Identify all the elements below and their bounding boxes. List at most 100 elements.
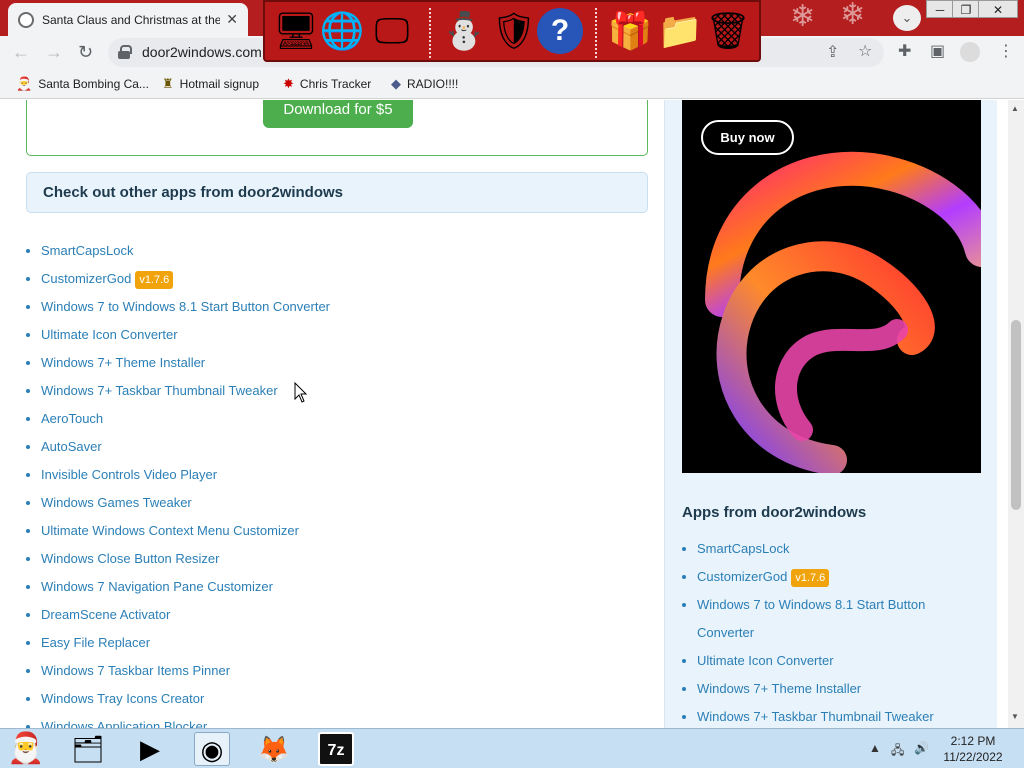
gift-icon[interactable]: 🎁 — [607, 8, 653, 54]
app-link[interactable]: CustomizerGod v1.7.6 — [26, 265, 330, 293]
app-link-label[interactable]: Easy File Replacer — [41, 635, 150, 650]
app-link-label[interactable]: Windows Tray Icons Creator — [41, 691, 204, 706]
folder-icon[interactable]: 📁 — [657, 8, 703, 54]
app-link-label[interactable]: Windows 7 to Windows 8.1 Start Button Co… — [41, 299, 330, 314]
app-link[interactable]: Windows Games Tweaker — [26, 489, 330, 517]
app-link[interactable]: SmartCapsLock — [26, 237, 330, 265]
app-link-label[interactable]: Windows Games Tweaker — [41, 495, 192, 510]
tab-search-icon[interactable]: ⌄ — [893, 5, 921, 31]
sidebar-app-link[interactable]: Windows 7 to Windows 8.1 Start Button Co… — [682, 591, 972, 647]
snowman-icon[interactable]: ⛄ — [441, 8, 487, 54]
app-link-label[interactable]: Windows 7 Navigation Pane Customizer — [41, 579, 273, 594]
close-window-button[interactable]: ✕ — [978, 0, 1018, 18]
file-manager-icon[interactable]: 🗂 — [70, 732, 106, 766]
monitor-icon[interactable]: 🖵 — [369, 8, 415, 54]
sidebar-app-link[interactable]: Ultimate Icon Converter — [682, 647, 972, 675]
maximize-button[interactable]: ❐ — [952, 0, 980, 18]
reload-icon[interactable]: ↻ — [78, 42, 93, 62]
firefox-icon[interactable]: 🦊 — [256, 732, 292, 766]
app-link-label[interactable]: Windows Close Button Resizer — [41, 551, 219, 566]
browser-tab[interactable]: Santa Claus and Christmas at the ✕ — [8, 3, 248, 36]
sidebar-app-link[interactable]: SmartCapsLock — [682, 535, 972, 563]
media-player-icon[interactable]: ▶ — [132, 732, 168, 766]
version-badge: v1.7.6 — [791, 569, 830, 587]
tab-close-icon[interactable]: ✕ — [226, 11, 238, 28]
profile-avatar[interactable] — [960, 42, 980, 62]
app-link[interactable]: Ultimate Windows Context Menu Customizer — [26, 517, 330, 545]
app-link[interactable]: Windows Application Blocker — [26, 713, 330, 728]
app-link-label[interactable]: Ultimate Icon Converter — [41, 327, 178, 342]
app-link-label[interactable]: CustomizerGod — [41, 271, 131, 286]
app-link-label[interactable]: Ultimate Windows Context Menu Customizer — [41, 523, 299, 538]
app-link[interactable]: Windows 7 Taskbar Items Pinner — [26, 657, 330, 685]
minimize-button[interactable]: ─ — [926, 0, 954, 18]
forward-arrow-icon[interactable]: → — [45, 42, 63, 62]
app-link[interactable]: Windows Tray Icons Creator — [26, 685, 330, 713]
desktop-icon-dock: 🖥 🌐 🖵 ⛄ 🛡 ? 🎁 📁 🗑 — [263, 0, 761, 62]
bookmark-label: Hotmail signup — [179, 77, 260, 91]
app-link[interactable]: Easy File Replacer — [26, 629, 330, 657]
sidebar-app-link[interactable]: Windows 7+ Theme Installer — [682, 675, 972, 703]
app-link-label[interactable]: Ultimate Icon Converter — [697, 653, 834, 668]
page-scrollbar[interactable]: ▲ ▼ — [1008, 100, 1024, 728]
sidebar-apps-list: SmartCapsLock CustomizerGod v1.7.6 Window… — [682, 535, 972, 728]
santa-start-icon[interactable]: 🎅 — [6, 731, 46, 767]
app-link[interactable]: AutoSaver — [26, 433, 330, 461]
bookmark-item[interactable]: 🎅 Santa Bombing Ca... — [16, 76, 149, 92]
app-link-label[interactable]: SmartCapsLock — [697, 541, 789, 556]
app-link[interactable]: Invisible Controls Video Player — [26, 461, 330, 489]
scroll-down-arrow-icon[interactable]: ▼ — [1011, 712, 1019, 721]
volume-icon[interactable]: 🔊 — [914, 741, 929, 755]
app-link-label[interactable]: Invisible Controls Video Player — [41, 467, 217, 482]
app-link-label[interactable]: AeroTouch — [41, 411, 103, 426]
chrome-icon[interactable]: ◉ — [194, 732, 230, 766]
recycle-bin-icon[interactable]: 🗑 — [705, 8, 751, 54]
app-link-label[interactable]: Windows 7 Taskbar Items Pinner — [41, 663, 230, 678]
scrollbar-thumb[interactable] — [1011, 320, 1021, 510]
app-link[interactable]: Windows Close Button Resizer — [26, 545, 330, 573]
help-icon[interactable]: ? — [537, 8, 583, 54]
app-link-label[interactable]: SmartCapsLock — [41, 243, 133, 258]
app-link-label[interactable]: Windows 7+ Taskbar Thumbnail Tweaker — [41, 383, 278, 398]
app-link[interactable]: Windows 7+ Taskbar Thumbnail Tweaker — [26, 377, 330, 405]
app-link-label[interactable]: Windows 7+ Theme Installer — [41, 355, 205, 370]
bookmark-star-icon[interactable]: ☆ — [858, 44, 872, 60]
buy-now-button[interactable]: Buy now — [701, 120, 794, 155]
globe-icon[interactable]: 🌐 — [319, 8, 365, 54]
side-panel-icon[interactable]: ▣ — [930, 44, 945, 60]
app-link-label[interactable]: CustomizerGod — [697, 569, 787, 584]
bookmark-item[interactable]: ♜ Hotmail signup — [162, 76, 259, 92]
download-box: Download for $5 — [26, 100, 648, 156]
show-hidden-icons-icon[interactable]: ▲ — [869, 741, 881, 755]
sidebar-app-link[interactable]: Windows 7+ Taskbar Thumbnail Tweaker — [682, 703, 972, 728]
computer-santa-icon[interactable]: 🖥 — [273, 8, 319, 54]
app-link[interactable]: Windows 7 Navigation Pane Customizer — [26, 573, 330, 601]
app-link[interactable]: Windows 7 to Windows 8.1 Start Button Co… — [26, 293, 330, 321]
share-icon[interactable]: ⇪ — [826, 45, 839, 61]
page-viewport: Download for $5 Check out other apps fro… — [0, 100, 1008, 728]
windows-update-icon[interactable]: 🛡 — [491, 8, 537, 54]
network-icon[interactable]: 🖧 — [891, 741, 904, 762]
bookmark-item[interactable]: ✸ Chris Tracker — [283, 76, 371, 92]
app-link[interactable]: Ultimate Icon Converter — [26, 321, 330, 349]
ad-banner[interactable]: Buy now — [682, 100, 981, 473]
app-link[interactable]: AeroTouch — [26, 405, 330, 433]
extensions-icon[interactable]: ✚ — [898, 44, 911, 60]
app-link-label[interactable]: AutoSaver — [41, 439, 102, 454]
app-link[interactable]: Windows 7+ Theme Installer — [26, 349, 330, 377]
app-link-label[interactable]: Windows 7+ Theme Installer — [697, 681, 861, 696]
7zip-icon[interactable]: 7z — [318, 732, 354, 766]
app-link-label[interactable]: Windows 7+ Taskbar Thumbnail Tweaker — [697, 709, 934, 724]
back-arrow-icon[interactable]: ← — [12, 42, 30, 62]
lock-icon[interactable] — [118, 45, 132, 59]
download-button[interactable]: Download for $5 — [263, 100, 413, 128]
menu-kebab-icon[interactable]: ⋮ — [998, 44, 1014, 60]
app-link[interactable]: DreamScene Activator — [26, 601, 330, 629]
app-link-label[interactable]: DreamScene Activator — [41, 607, 170, 622]
sidebar-app-link[interactable]: CustomizerGod v1.7.6 — [682, 563, 972, 591]
system-clock[interactable]: 2:12 PM 11/22/2022 — [940, 733, 1006, 765]
scroll-up-arrow-icon[interactable]: ▲ — [1011, 104, 1019, 113]
app-link-label[interactable]: Windows Application Blocker — [41, 719, 207, 728]
app-link-label[interactable]: Windows 7 to Windows 8.1 Start Button Co… — [697, 597, 925, 640]
bookmark-item[interactable]: ◆ RADIO!!!! — [391, 76, 458, 92]
